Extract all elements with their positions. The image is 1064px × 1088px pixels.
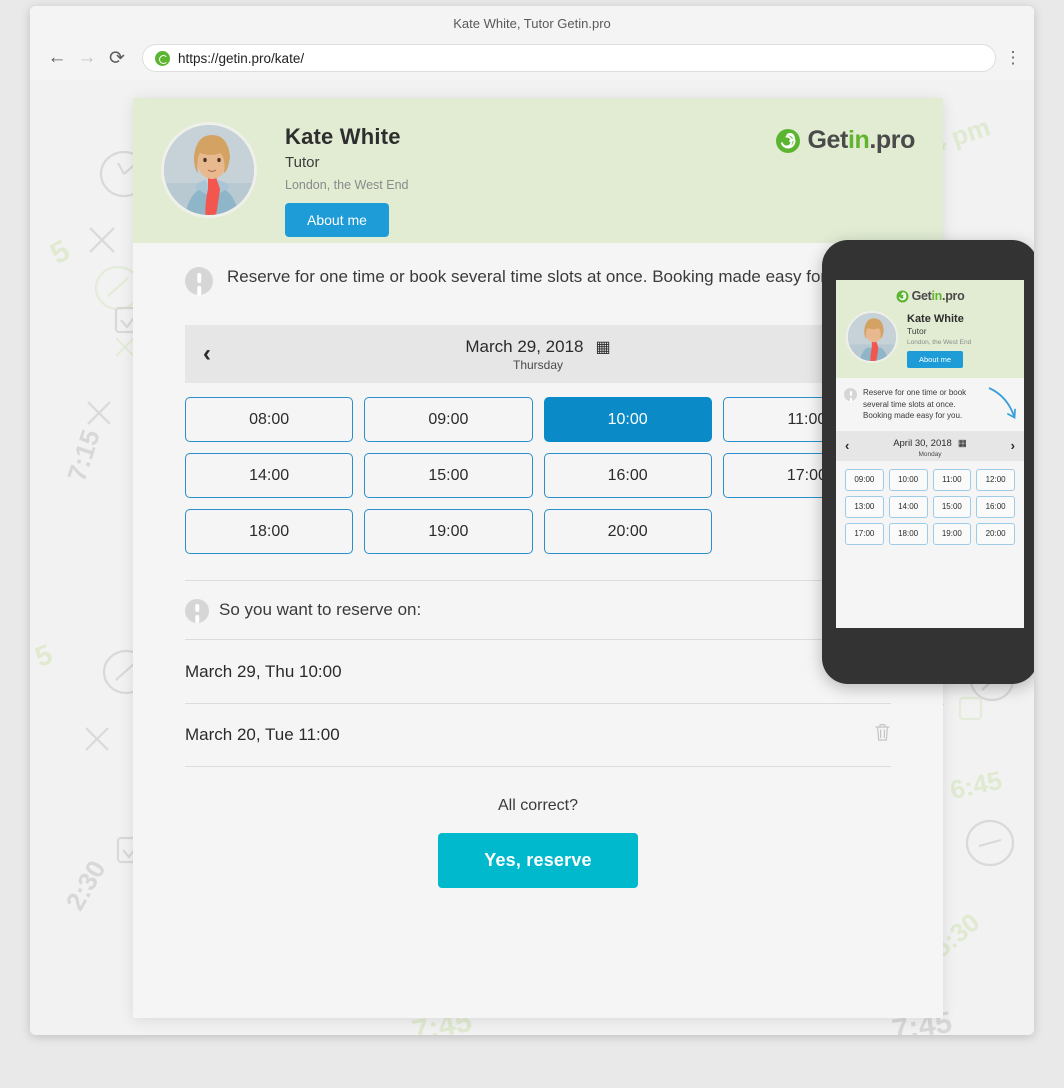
brand-part-pro: .pro (942, 289, 965, 303)
phone-time-slot-1100[interactable]: 11:00 (932, 468, 972, 491)
phone-brand-text: Getin.pro (912, 289, 965, 303)
brand-logo[interactable]: Getin.pro (775, 126, 915, 155)
brand-part-get: Get (807, 126, 848, 154)
forward-icon[interactable]: → (72, 43, 102, 73)
phone-current-date-row: April 30, 2018 ▦ (893, 438, 967, 449)
reservation-row: March 20, Tue 11:00 (185, 703, 891, 767)
phone-screen: Getin.pro Kate White Tutor London, the W… (836, 280, 1024, 628)
exclamation-icon (185, 599, 209, 623)
exclamation-icon (844, 388, 857, 401)
phone-current-weekday: Monday (918, 451, 942, 459)
reservation-label: March 20, Tue 11:00 (185, 725, 340, 744)
profile-name: Kate White (285, 124, 401, 149)
phone-time-slot-1000[interactable]: 10:00 (888, 468, 928, 491)
time-slot-0900[interactable]: 09:00 (364, 397, 533, 442)
phone-time-slot-1900[interactable]: 19:00 (932, 522, 972, 545)
current-date-row: March 29, 2018 ▦ (465, 337, 610, 357)
phone-profile-info: Kate White Tutor London, the West End Ab… (907, 311, 971, 368)
phone-profile-row: Kate White Tutor London, the West End Ab… (846, 311, 1014, 368)
phone-about-me-button[interactable]: About me (907, 351, 964, 368)
time-slot-2000[interactable]: 20:00 (543, 509, 712, 554)
avatar (161, 122, 257, 218)
page-viewport: 5 5 7:15 2:30 7:45 7:45 2 pm 5:30 6:45 4… (30, 80, 1034, 1035)
phone-current-date: April 30, 2018 (893, 438, 952, 450)
browser-menu-icon[interactable]: ⋮ (1004, 48, 1022, 68)
time-slot-1400[interactable]: 14:00 (185, 453, 354, 498)
phone-time-slot-1300[interactable]: 13:00 (845, 495, 884, 518)
reservation-heading-text: So you want to reserve on: (219, 600, 422, 619)
spiral-logo-icon (776, 128, 801, 153)
notice-text: Reserve for one time or book several tim… (227, 267, 863, 286)
profile-info: Kate White Tutor London, the West End Ab… (285, 120, 408, 237)
spiral-logo-icon (896, 290, 909, 302)
phone-brand-logo[interactable]: Getin.pro (846, 289, 1014, 303)
phone-time-slot-1200[interactable]: 12:00 (976, 468, 1015, 491)
reload-icon[interactable]: ⟳ (102, 43, 132, 73)
brand-part-in: in (847, 126, 870, 154)
phone-profile-location: London, the West End (907, 339, 972, 346)
brand-part-in: in (931, 289, 943, 303)
phone-mockup: Getin.pro Kate White Tutor London, the W… (822, 240, 1034, 684)
confirm-question: All correct? (497, 797, 579, 814)
browser-omnibar: ← → ⟳ https://getin.pro/kate/ ⋮ (30, 40, 1034, 80)
address-bar[interactable]: https://getin.pro/kate/ (142, 44, 996, 72)
browser-tabstrip: Kate White, Tutor Getin.pro (30, 6, 1034, 40)
brand-text: Getin.pro (807, 126, 915, 155)
phone-time-slot-1700[interactable]: 17:00 (845, 522, 884, 545)
tab-title[interactable]: Kate White, Tutor Getin.pro (453, 16, 611, 31)
back-icon[interactable]: ← (42, 43, 72, 73)
prev-day-button[interactable]: ‹ (185, 340, 229, 368)
phone-date-display: April 30, 2018 ▦ Monday (836, 433, 1024, 458)
current-weekday: Thursday (512, 357, 564, 372)
phone-time-slot-1400[interactable]: 14:00 (888, 495, 928, 518)
brand-part-get: Get (911, 289, 932, 303)
reservation-label: March 29, Thu 10:00 (185, 661, 342, 681)
profile-location: London, the West End (285, 178, 409, 192)
time-slot-1500[interactable]: 15:00 (364, 453, 533, 498)
phone-notice-text: Reserve for one time or book several tim… (863, 388, 967, 421)
phone-time-slot-0900[interactable]: 09:00 (845, 468, 884, 491)
exclamation-icon (185, 267, 213, 295)
calendar-icon[interactable]: ▦ (958, 438, 967, 449)
phone-prev-day-button[interactable]: ‹ (845, 438, 849, 453)
profile-header: Kate White Tutor London, the West End Ab… (133, 98, 943, 243)
reservation-row: March 29, Thu 10:00 (185, 639, 891, 703)
phone-info-notice: Reserve for one time or book several tim… (836, 378, 1024, 431)
confirm-section: All correct? Yes, reserve (133, 797, 943, 888)
time-slot-1600[interactable]: 16:00 (543, 453, 712, 498)
trash-icon[interactable] (874, 723, 891, 748)
phone-profile-name: Kate White (907, 313, 964, 325)
calendar-icon[interactable]: ▦ (596, 337, 611, 357)
phone-time-slot-1500[interactable]: 15:00 (932, 495, 972, 518)
phone-time-slot-1600[interactable]: 16:00 (976, 495, 1015, 518)
time-slot-0800[interactable]: 08:00 (185, 397, 354, 442)
profile-role: Tutor (285, 154, 320, 171)
phone-time-slot-1800[interactable]: 18:00 (888, 522, 928, 545)
yes-reserve-button[interactable]: Yes, reserve (438, 833, 638, 888)
date-navigation-bar: ‹ March 29, 2018 ▦ Thursday (185, 325, 891, 383)
site-favicon-icon (155, 50, 170, 66)
current-date: March 29, 2018 (465, 336, 584, 356)
brand-part-pro: .pro (869, 126, 915, 154)
phone-time-slot-grid: 09:00 10:00 11:00 12:00 13:00 14:00 15:00 16:00… (836, 461, 1024, 553)
time-slot-1000[interactable]: 10:00 (543, 397, 712, 442)
url-text: https://getin.pro/kate/ (178, 50, 305, 66)
time-slot-grid: 08:00 09:00 10:00 11:00 14:00 15:00 16:00 17:00… (185, 397, 891, 554)
date-display: March 29, 2018 ▦ Thursday (185, 337, 891, 372)
phone-avatar (846, 311, 898, 363)
phone-profile-role: Tutor (907, 326, 927, 336)
phone-next-day-button[interactable]: › (1011, 438, 1015, 453)
phone-profile-header: Getin.pro Kate White Tutor London, the W… (836, 280, 1024, 378)
about-me-button[interactable]: About me (285, 203, 389, 237)
time-slot-1800[interactable]: 18:00 (185, 509, 354, 554)
curved-arrow-icon (988, 387, 1016, 419)
phone-date-navigation-bar: ‹ April 30, 2018 ▦ Monday › (836, 430, 1024, 461)
time-slot-1900[interactable]: 19:00 (364, 509, 533, 554)
phone-time-slot-2000[interactable]: 20:00 (976, 522, 1015, 545)
browser-window: Kate White, Tutor Getin.pro ← → ⟳ https:… (30, 6, 1034, 1035)
